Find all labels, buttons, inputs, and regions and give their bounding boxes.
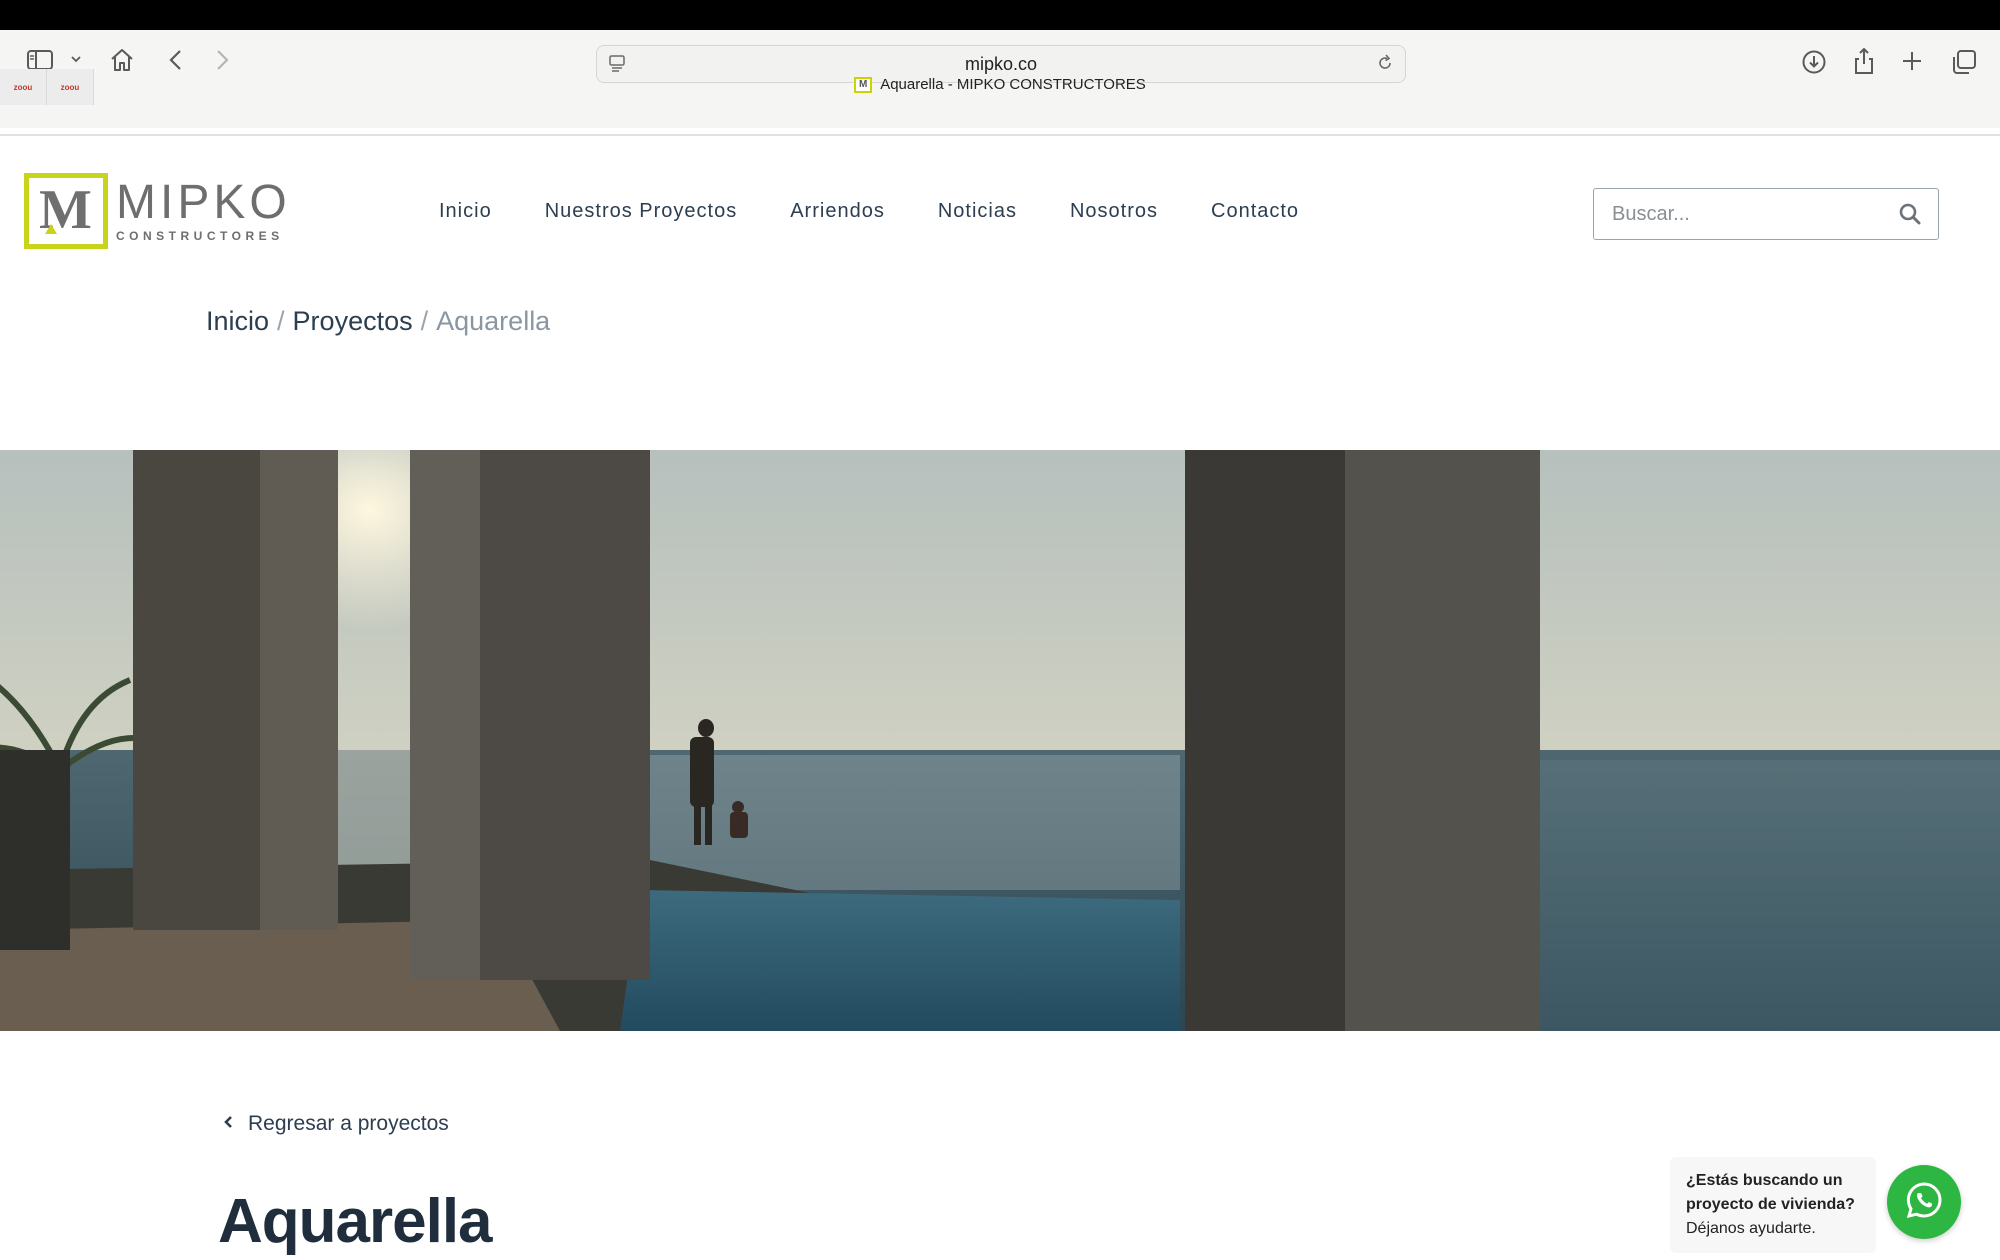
nav-noticias[interactable]: Noticias <box>938 200 1017 223</box>
nav-nuestros-proyectos[interactable]: Nuestros Proyectos <box>545 200 738 223</box>
logo-triangle <box>45 224 57 234</box>
search-box <box>1593 188 1939 240</box>
download-icon[interactable] <box>1800 48 1828 76</box>
site-favicon-icon: M <box>854 76 873 93</box>
chat-prompt-line3: Déjanos ayudarte. <box>1686 1220 1816 1237</box>
breadcrumb-current: Aquarella <box>436 306 551 336</box>
nav-nosotros[interactable]: Nosotros <box>1070 200 1158 223</box>
nav-contacto[interactable]: Contacto <box>1211 200 1299 223</box>
breadcrumb: Inicio / Proyectos / Aquarella <box>206 306 550 337</box>
project-title: Aquarella <box>218 1187 493 1256</box>
whatsapp-button[interactable] <box>1887 1165 1961 1239</box>
chat-prompt-line2: proyecto de vivienda? <box>1686 1196 1855 1213</box>
back-to-projects-label: Regresar a proyectos <box>248 1112 449 1135</box>
active-tab[interactable]: M Aquarella - MIPKO CONSTRUCTORES <box>0 76 2000 93</box>
forward-icon[interactable] <box>212 48 232 72</box>
logo-subtitle: CONSTRUCTORES <box>116 229 284 243</box>
back-icon[interactable] <box>166 48 186 72</box>
breadcrumb-separator: / <box>420 306 429 336</box>
tab-title: Aquarella - MIPKO CONSTRUCTORES <box>880 76 1146 93</box>
nav-inicio[interactable]: Inicio <box>439 200 492 223</box>
breadcrumb-projects[interactable]: Proyectos <box>293 306 413 336</box>
chat-prompt-line1: ¿Estás buscando un <box>1686 1172 1843 1189</box>
nav-arriendos[interactable]: Arriendos <box>790 200 885 223</box>
new-tab-icon[interactable] <box>1900 49 1924 73</box>
back-to-projects-link[interactable]: Regresar a proyectos <box>222 1112 449 1136</box>
main-nav: Inicio Nuestros Proyectos Arriendos Noti… <box>439 200 1352 223</box>
search-input[interactable] <box>1594 201 1894 227</box>
system-top-bar <box>0 0 2000 30</box>
divider <box>0 134 2000 136</box>
hero-image <box>0 450 2000 1031</box>
logo-mark-icon: M <box>24 173 108 249</box>
search-icon[interactable] <box>1898 202 1922 231</box>
logo-name: MIPKO <box>116 176 291 229</box>
reload-icon[interactable] <box>1375 53 1395 78</box>
whatsapp-icon <box>1903 1179 1945 1226</box>
reader-icon[interactable] <box>607 53 627 78</box>
site-logo[interactable]: M MIPKO CONSTRUCTORES <box>24 173 291 249</box>
breadcrumb-separator: / <box>277 306 285 336</box>
tab-overview-icon[interactable] <box>1950 48 1978 76</box>
breadcrumb-home[interactable]: Inicio <box>206 306 269 336</box>
home-icon[interactable] <box>108 46 136 74</box>
url-text[interactable]: mipko.co <box>965 54 1037 75</box>
chevron-left-icon <box>222 1112 234 1136</box>
share-icon[interactable] <box>1852 46 1876 76</box>
chat-prompt[interactable]: ¿Estás buscando un proyecto de vivienda?… <box>1670 1157 1876 1253</box>
chevron-down-icon[interactable] <box>70 54 82 64</box>
